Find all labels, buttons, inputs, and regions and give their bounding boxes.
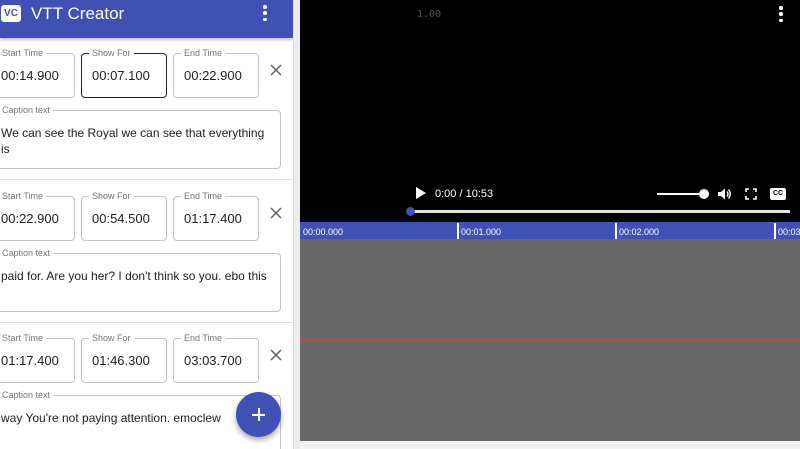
caption-entry: Start Time 00:22.900 Show For 00:54.500 … bbox=[0, 181, 293, 323]
waveform-center-line bbox=[300, 340, 800, 341]
start-time-label: Start Time bbox=[0, 190, 47, 202]
volume-icon[interactable] bbox=[716, 186, 732, 202]
video-player[interactable]: 1.00 0:00 / 10:53 CC bbox=[300, 0, 800, 222]
closed-captions-icon[interactable]: CC bbox=[770, 188, 786, 200]
end-time-value[interactable]: 00:22.900 bbox=[184, 68, 242, 84]
caption-text-field[interactable]: Caption text paid for. Are you her? I do… bbox=[0, 247, 281, 312]
start-time-label: Start Time bbox=[0, 332, 47, 344]
seek-bar[interactable] bbox=[410, 210, 790, 213]
timeline-mark-label: 00:02.000 bbox=[619, 227, 660, 237]
bottom-strip bbox=[300, 441, 800, 449]
show-for-label: Show For bbox=[89, 47, 134, 59]
close-icon[interactable] bbox=[270, 349, 282, 361]
start-time-value[interactable]: 00:14.900 bbox=[1, 68, 59, 84]
end-time-label: End Time bbox=[181, 47, 226, 59]
end-time-label: End Time bbox=[181, 332, 226, 344]
caption-text-value[interactable]: way You're not paying attention. emoclew bbox=[1, 410, 273, 426]
add-caption-button[interactable] bbox=[236, 392, 281, 437]
caption-editor-panel: VC VTT Creator Start Time 00:14.900 Show… bbox=[0, 0, 293, 449]
show-for-label: Show For bbox=[89, 332, 134, 344]
caption-text-label: Caption text bbox=[0, 389, 54, 401]
timeline-mark-label: 00:01.000 bbox=[461, 227, 502, 237]
show-for-label: Show For bbox=[89, 190, 134, 202]
app-root: VC VTT Creator Start Time 00:14.900 Show… bbox=[0, 0, 800, 449]
start-time-field[interactable]: Start Time 00:14.900 bbox=[0, 47, 75, 98]
end-time-value[interactable]: 01:17.400 bbox=[184, 211, 242, 227]
caption-text-field[interactable]: Caption text We can see the Royal we can… bbox=[0, 104, 281, 169]
timeline-tick bbox=[615, 223, 617, 239]
more-vert-icon[interactable] bbox=[262, 5, 268, 21]
panel-divider[interactable] bbox=[293, 0, 300, 449]
volume-slider[interactable] bbox=[657, 193, 703, 195]
timeline-tick bbox=[457, 223, 459, 239]
end-time-field[interactable]: End Time 03:03.700 bbox=[173, 332, 259, 383]
caption-text-label: Caption text bbox=[0, 104, 54, 116]
caption-text-value[interactable]: We can see the Royal we can see that eve… bbox=[1, 125, 273, 157]
start-time-field[interactable]: Start Time 00:22.900 bbox=[0, 190, 75, 241]
start-time-value[interactable]: 00:22.900 bbox=[1, 211, 59, 227]
timeline-tick bbox=[774, 223, 776, 239]
timeline-mark-label: 00:03 bbox=[778, 227, 800, 237]
close-icon[interactable] bbox=[270, 64, 282, 76]
fullscreen-icon[interactable] bbox=[745, 188, 757, 200]
volume-slider-knob[interactable] bbox=[699, 189, 709, 199]
close-icon[interactable] bbox=[270, 207, 282, 219]
show-for-value[interactable]: 00:54.500 bbox=[92, 211, 150, 227]
show-for-field[interactable]: Show For 01:46.300 bbox=[81, 332, 167, 383]
end-time-field[interactable]: End Time 01:17.400 bbox=[173, 190, 259, 241]
app-bar: VC VTT Creator bbox=[0, 0, 293, 38]
caption-text-label: Caption text bbox=[0, 247, 54, 259]
start-time-label: Start Time bbox=[0, 47, 47, 59]
start-time-value[interactable]: 01:17.400 bbox=[1, 353, 59, 369]
end-time-label: End Time bbox=[181, 190, 226, 202]
waveform-timeline[interactable] bbox=[300, 239, 800, 441]
timeline-ruler[interactable]: 00:00.000 00:01.000 00:02.000 00:03 bbox=[300, 222, 800, 239]
more-vert-icon[interactable] bbox=[778, 6, 784, 22]
timeline-mark-label: 00:00.000 bbox=[303, 227, 344, 237]
show-for-field[interactable]: Show For 00:54.500 bbox=[81, 190, 167, 241]
play-icon[interactable] bbox=[416, 187, 426, 199]
start-time-field[interactable]: Start Time 01:17.400 bbox=[0, 332, 75, 383]
playback-rate-text: 1.00 bbox=[417, 9, 442, 20]
show-for-field[interactable]: Show For 00:07.100 bbox=[81, 47, 167, 98]
end-time-field[interactable]: End Time 00:22.900 bbox=[173, 47, 259, 98]
end-time-value[interactable]: 03:03.700 bbox=[184, 353, 242, 369]
caption-entry: Start Time 00:14.900 Show For 00:07.100 … bbox=[0, 38, 293, 180]
show-for-value[interactable]: 00:07.100 bbox=[92, 68, 150, 84]
seek-bar-knob[interactable] bbox=[406, 207, 415, 216]
app-logo: VC bbox=[1, 5, 21, 22]
app-title: VTT Creator bbox=[31, 4, 125, 23]
time-display: 0:00 / 10:53 bbox=[435, 188, 494, 200]
caption-text-value[interactable]: paid for. Are you her? I don't think so … bbox=[1, 268, 273, 284]
show-for-value[interactable]: 01:46.300 bbox=[92, 353, 150, 369]
